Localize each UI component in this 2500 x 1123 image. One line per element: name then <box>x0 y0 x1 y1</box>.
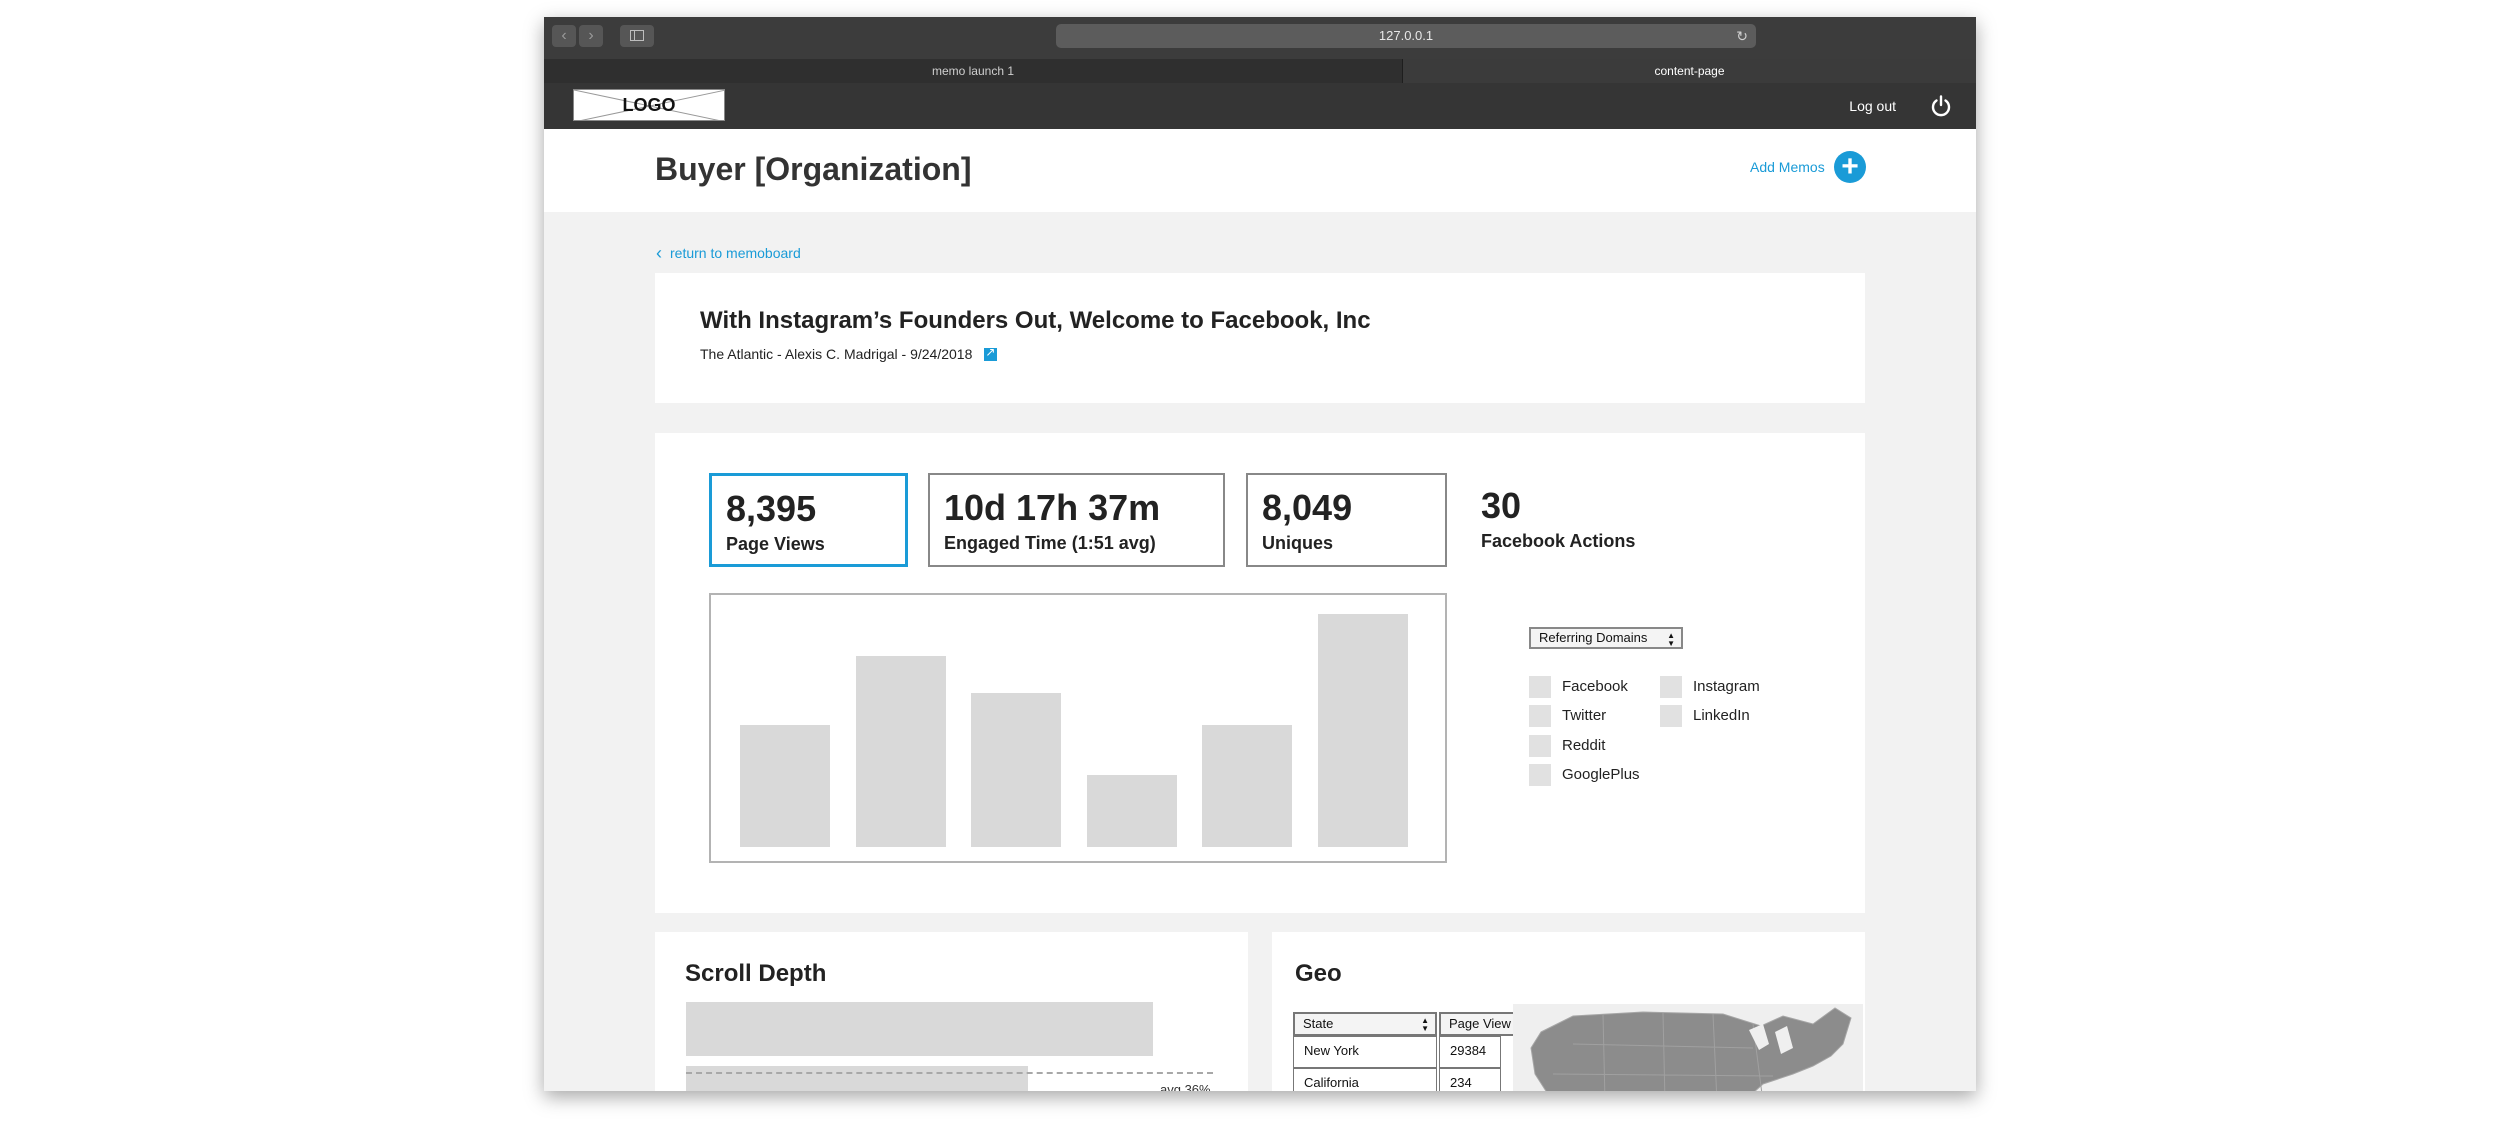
metric-label: Facebook Actions <box>1481 531 1636 551</box>
checkbox-googleplus[interactable] <box>1529 764 1551 786</box>
url-text: 127.0.0.1 <box>1378 28 1434 43</box>
column-header: State <box>1303 1016 1334 1031</box>
metric-engaged-time[interactable]: 10d 17h 37m Engaged Time (1:51 avg) <box>928 473 1225 567</box>
byline-text: The Atlantic - Alexis C. Madrigal - 9/24… <box>700 346 973 362</box>
chart-bar <box>1318 614 1408 847</box>
back-arrow-icon[interactable]: ‹ <box>552 25 576 47</box>
table-cell: California <box>1293 1068 1437 1091</box>
geo-card: Geo State ▲▼ Page View ▲▼ New York 29384 C… <box>1272 932 1865 1091</box>
chevron-left-icon: ‹ <box>656 243 662 263</box>
chart-bar <box>1087 775 1177 847</box>
chart-bar <box>971 693 1061 847</box>
metric-page-views[interactable]: 8,395 Page Views <box>709 473 908 567</box>
browser-window: ‹ › 127.0.0.1 ↻ memo launch 1 content-pa… <box>544 17 1976 1091</box>
geo-title: Geo <box>1295 960 1342 987</box>
metric-label: Engaged Time (1:51 avg) <box>944 533 1156 553</box>
app-header: LOGO Log out <box>544 83 1976 129</box>
average-line <box>686 1072 1213 1074</box>
checkbox-instagram[interactable] <box>1660 676 1682 698</box>
address-bar[interactable]: 127.0.0.1 ↻ <box>1056 24 1756 48</box>
select-arrows-icon: ▲▼ <box>1667 631 1675 648</box>
sidebar-toggle-icon[interactable] <box>620 25 654 47</box>
scroll-depth-bar <box>686 1002 1153 1056</box>
table-cell: 234 <box>1439 1068 1501 1091</box>
external-link-icon[interactable] <box>984 345 998 361</box>
logo[interactable]: LOGO <box>573 89 725 121</box>
plus-icon[interactable]: + <box>1834 151 1866 183</box>
metric-label: Uniques <box>1262 533 1334 553</box>
checkbox-label: Facebook <box>1562 678 1628 695</box>
us-map <box>1513 1004 1863 1091</box>
chart-bar <box>740 725 830 847</box>
chart-bar <box>856 656 946 847</box>
page-header: Buyer [Organization] Add Memos + <box>544 129 1976 212</box>
referring-domains-select[interactable]: Referring Domains ▲ ▼ <box>1529 627 1683 649</box>
select-value: Referring Domains <box>1539 630 1648 645</box>
scroll-depth-card: Scroll Depth avg 36% <box>655 932 1248 1091</box>
metric-value: 30 <box>1481 485 1522 526</box>
scroll-depth-title: Scroll Depth <box>685 960 827 987</box>
page-title: Buyer [Organization] <box>655 151 972 187</box>
browser-tab-bar: memo launch 1 content-page <box>544 59 1976 83</box>
reload-icon[interactable]: ↻ <box>1736 24 1748 48</box>
checkbox-reddit[interactable] <box>1529 735 1551 757</box>
article-card: With Instagram’s Founders Out, Welcome t… <box>655 273 1865 403</box>
metric-facebook-actions[interactable]: 30 Facebook Actions <box>1467 473 1667 567</box>
checkbox-label: LinkedIn <box>1693 707 1750 724</box>
map-graphic <box>1530 1007 1852 1091</box>
table-cell: 29384 <box>1439 1036 1501 1068</box>
tab-content-page[interactable]: content-page <box>1403 59 1976 83</box>
average-label: avg 36% <box>1160 1082 1211 1091</box>
logo-text: LOGO <box>622 95 676 115</box>
chart-bar <box>1202 725 1292 847</box>
scroll-depth-bar <box>686 1066 1028 1091</box>
checkbox-facebook[interactable] <box>1529 676 1551 698</box>
metric-value: 8,395 <box>726 488 817 529</box>
forward-arrow-icon[interactable]: › <box>579 25 603 47</box>
checkbox-label: Twitter <box>1562 707 1607 724</box>
tab-memo-launch[interactable]: memo launch 1 <box>544 59 1403 83</box>
add-memos-link[interactable]: Add Memos <box>1750 159 1825 175</box>
bar-chart <box>709 593 1447 863</box>
browser-toolbar: ‹ › 127.0.0.1 ↻ <box>544 17 1976 59</box>
metric-value: 10d 17h 37m <box>944 487 1161 528</box>
power-icon[interactable] <box>1930 95 1952 117</box>
metrics-card: 8,395 Page Views 10d 17h 37m Engaged Tim… <box>655 433 1865 913</box>
checkbox-label: GooglePlus <box>1562 766 1640 783</box>
table-cell: New York <box>1293 1036 1437 1068</box>
logout-link[interactable]: Log out <box>1849 83 1896 129</box>
back-link-label: return to memoboard <box>670 245 801 261</box>
checkbox-label: Instagram <box>1693 678 1760 695</box>
column-header: Page View <box>1449 1016 1511 1031</box>
checkbox-linkedin[interactable] <box>1660 705 1682 727</box>
state-column-select[interactable]: State ▲ ▼ <box>1293 1012 1437 1036</box>
metric-uniques[interactable]: 8,049 Uniques <box>1246 473 1447 567</box>
metric-value: 8,049 <box>1262 487 1353 528</box>
article-byline: The Atlantic - Alexis C. Madrigal - 9/24… <box>700 345 998 362</box>
article-title: With Instagram’s Founders Out, Welcome t… <box>700 307 1371 334</box>
checkbox-label: Reddit <box>1562 737 1606 754</box>
select-arrows-icon: ▲▼ <box>1421 1016 1429 1033</box>
return-to-memoboard-link[interactable]: ‹ return to memoboard <box>656 243 801 264</box>
metric-label: Page Views <box>726 534 825 554</box>
checkbox-twitter[interactable] <box>1529 705 1551 727</box>
